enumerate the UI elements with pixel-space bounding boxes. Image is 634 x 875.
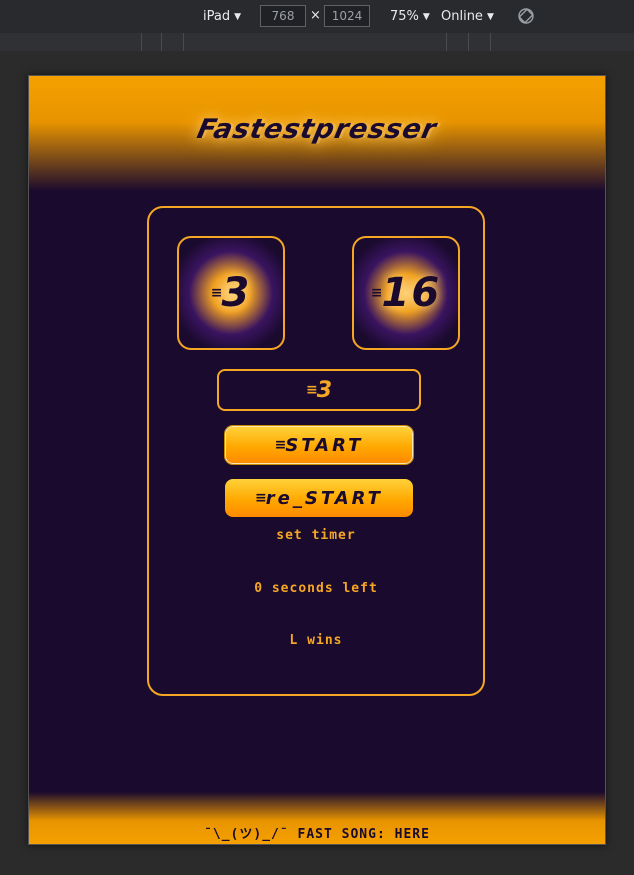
device-label: iPad [203,9,231,24]
page-title: Fastestpresser [194,114,440,145]
seconds-left-text: 0 seconds left [254,581,378,596]
chevron-down-icon: ▼ [422,12,430,22]
player-one-score: ≡ 3 [177,236,285,350]
media-query-bar [0,33,634,52]
result-text: L wins [289,633,343,648]
zoom-label: 75% [390,9,419,24]
chevron-down-icon: ▼ [234,12,242,22]
timer-value: 3 [316,377,333,403]
network-select[interactable]: Online ▼ [441,9,494,24]
speed-lines-icon: ≡ [255,490,267,506]
device-select[interactable]: iPad ▼ [203,9,241,24]
timer-input[interactable]: ≡ 3 [217,369,421,411]
speed-lines-icon: ≡ [210,285,223,301]
height-input[interactable]: 1024 [324,5,370,27]
player-one-score-value: 3 [221,270,252,316]
footer-song-link[interactable]: ¯\_(ツ)_/¯ FAST SONG: HERE [29,823,605,842]
speed-lines-icon: ≡ [370,285,383,301]
player-two-score: ≡ 16 [352,236,460,350]
start-button-label: START [285,434,364,456]
set-timer-button[interactable]: set timer [149,528,483,543]
player-two-score-value: 16 [381,270,442,316]
zoom-select[interactable]: 75% ▼ [390,9,430,24]
width-input[interactable]: 768 [260,5,306,27]
speed-lines-icon: ≡ [274,437,287,453]
start-button[interactable]: ≡ START [225,426,413,464]
emulated-page: Fastestpresser ≡ 3 ≡ 16 ≡ 3 ≡ START ≡ re… [28,75,606,845]
rotate-icon[interactable] [517,7,535,25]
devtools-toolbar: iPad ▼ 768 × 1024 75% ▼ Online ▼ [0,0,634,34]
restart-button[interactable]: ≡ re_START [225,479,413,517]
network-label: Online [441,9,483,24]
restart-button-label: re_START [265,487,383,509]
dimension-separator: × [310,8,321,23]
game-card: ≡ 3 ≡ 16 ≡ 3 ≡ START ≡ re_START set time… [147,206,485,696]
speed-lines-icon: ≡ [305,382,318,398]
chevron-down-icon: ▼ [486,12,494,22]
